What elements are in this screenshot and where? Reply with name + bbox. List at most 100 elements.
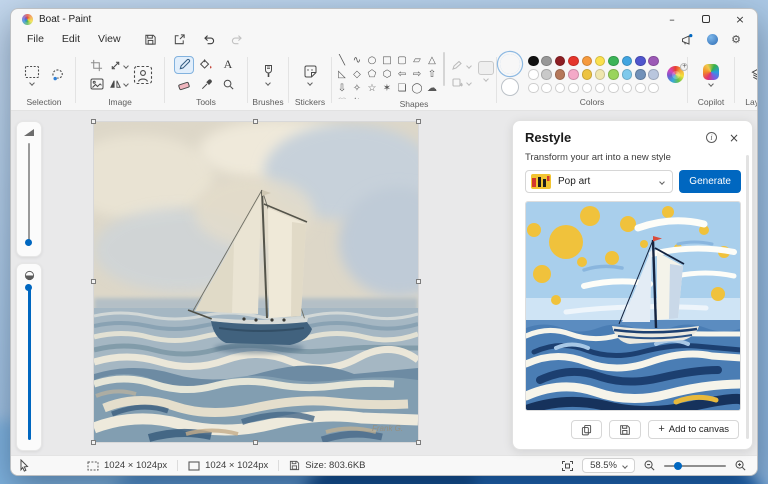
palette-empty-slot[interactable] bbox=[621, 82, 633, 94]
image-options-button[interactable] bbox=[90, 78, 104, 90]
redo-button[interactable] bbox=[231, 33, 244, 46]
palette-color-swatch[interactable] bbox=[527, 55, 539, 67]
five-point-star-shape[interactable]: ☆ bbox=[368, 84, 377, 94]
palette-empty-slot[interactable] bbox=[581, 82, 593, 94]
maximize-button[interactable] bbox=[689, 9, 723, 29]
panel-scrollbar[interactable] bbox=[746, 155, 749, 439]
palette-color-swatch[interactable] bbox=[568, 69, 579, 80]
palette-color-swatch[interactable] bbox=[594, 69, 606, 80]
selection-handle[interactable] bbox=[91, 440, 96, 445]
palette-color-swatch[interactable] bbox=[648, 69, 660, 80]
palette-color-swatch[interactable] bbox=[541, 55, 552, 67]
palette-color-swatch[interactable] bbox=[621, 69, 633, 80]
selection-handle[interactable] bbox=[253, 119, 258, 124]
account-icon[interactable] bbox=[707, 33, 719, 45]
crop-button[interactable] bbox=[90, 59, 103, 72]
palette-color-swatch[interactable] bbox=[594, 55, 606, 67]
palette-color-swatch[interactable] bbox=[581, 55, 593, 67]
palette-empty-slot[interactable] bbox=[594, 82, 606, 94]
speech-bubble-shape[interactable]: ❏ bbox=[398, 84, 407, 94]
rectangle-select-button[interactable] bbox=[24, 65, 40, 86]
zoom-out-icon[interactable] bbox=[643, 459, 656, 472]
style-dropdown[interactable]: Pop art bbox=[525, 170, 674, 193]
palette-empty-slot[interactable] bbox=[541, 82, 552, 94]
palette-color-swatch[interactable] bbox=[568, 55, 579, 67]
settings-gear-icon[interactable]: ⚙ bbox=[731, 34, 741, 45]
eraser-tool-button[interactable] bbox=[174, 76, 194, 94]
palette-empty-slot[interactable] bbox=[554, 82, 566, 94]
palette-empty-slot[interactable] bbox=[648, 82, 660, 94]
hexagon-shape[interactable]: ⬡ bbox=[383, 70, 392, 80]
palette-empty-slot[interactable] bbox=[608, 82, 619, 94]
canvas[interactable]: Frank G. bbox=[91, 119, 421, 445]
shape-fill-button[interactable] bbox=[451, 77, 472, 88]
shape-outline-button[interactable] bbox=[451, 60, 472, 71]
fill-tool-button[interactable] bbox=[196, 56, 216, 74]
zoom-in-icon[interactable] bbox=[734, 459, 747, 472]
palette-color-swatch[interactable] bbox=[635, 69, 646, 80]
menu-file[interactable]: File bbox=[18, 31, 53, 47]
palette-color-swatch[interactable] bbox=[554, 69, 566, 80]
pencil-tool-button[interactable] bbox=[174, 55, 194, 74]
layers-button[interactable] bbox=[750, 67, 757, 83]
palette-color-swatch[interactable] bbox=[608, 69, 619, 80]
palette-color-swatch[interactable] bbox=[541, 69, 552, 80]
curve-shape[interactable]: ∿ bbox=[353, 56, 361, 66]
palette-color-swatch[interactable] bbox=[648, 55, 660, 67]
brushes-button[interactable] bbox=[262, 64, 275, 86]
share-button[interactable] bbox=[173, 33, 186, 46]
shapes-scrollbar[interactable] bbox=[442, 52, 445, 86]
arrow-left-shape[interactable]: ⇦ bbox=[398, 70, 406, 80]
menu-view[interactable]: View bbox=[89, 31, 130, 47]
selection-handle[interactable] bbox=[416, 119, 421, 124]
four-point-star-shape[interactable]: ✧ bbox=[353, 84, 361, 94]
palette-color-swatch[interactable] bbox=[554, 55, 566, 67]
selection-handle[interactable] bbox=[416, 279, 421, 284]
selection-handle[interactable] bbox=[253, 440, 258, 445]
palette-color-swatch[interactable] bbox=[621, 55, 633, 67]
opacity-slider-thumb[interactable] bbox=[25, 284, 33, 291]
selection-handle[interactable] bbox=[91, 119, 96, 124]
arrow-right-shape[interactable]: ⇨ bbox=[413, 70, 421, 80]
size-slider-thumb[interactable] bbox=[25, 239, 33, 246]
copy-result-button[interactable] bbox=[571, 420, 603, 439]
feedback-button[interactable] bbox=[680, 33, 694, 46]
six-point-star-shape[interactable]: ✶ bbox=[383, 84, 391, 94]
lightning-shape[interactable]: ↯ bbox=[353, 98, 361, 100]
color-picker-tool-button[interactable] bbox=[196, 76, 216, 94]
palette-empty-slot[interactable] bbox=[527, 82, 539, 94]
resize-button[interactable] bbox=[109, 59, 129, 72]
copilot-button[interactable] bbox=[703, 63, 719, 87]
close-button[interactable]: × bbox=[723, 9, 757, 29]
zoom-level-dropdown[interactable]: 58.5% bbox=[582, 458, 635, 473]
remove-background-button[interactable] bbox=[133, 65, 153, 85]
info-icon[interactable]: i bbox=[705, 132, 717, 143]
rotate-flip-button[interactable] bbox=[109, 78, 129, 90]
thought-cloud-shape[interactable]: ☁ bbox=[427, 84, 437, 94]
arrow-up-shape[interactable]: ⇧ bbox=[428, 70, 436, 80]
polygon-shape[interactable]: ▱ bbox=[413, 56, 421, 66]
palette-color-swatch[interactable] bbox=[581, 69, 593, 80]
text-tool-button[interactable]: A bbox=[218, 56, 238, 74]
opacity-slider[interactable] bbox=[25, 284, 33, 440]
rounded-rectangle-shape[interactable]: ▢ bbox=[397, 56, 406, 66]
right-triangle-shape[interactable]: ◺ bbox=[338, 70, 346, 80]
ellipse-shape[interactable]: ○ bbox=[368, 56, 377, 66]
triangle-shape[interactable]: △ bbox=[428, 56, 436, 66]
minimize-button[interactable]: – bbox=[655, 9, 689, 29]
edit-colors-button[interactable]: + bbox=[667, 63, 689, 83]
palette-color-swatch[interactable] bbox=[527, 69, 539, 80]
arrow-down-shape[interactable]: ⇩ bbox=[338, 84, 346, 94]
zoom-slider-thumb[interactable] bbox=[674, 461, 682, 470]
zoom-slider[interactable] bbox=[664, 461, 726, 470]
magnifier-tool-button[interactable] bbox=[218, 76, 238, 94]
color2-swatch[interactable] bbox=[500, 77, 519, 96]
color1-swatch[interactable] bbox=[500, 54, 520, 74]
oval-speech-shape[interactable]: ◯ bbox=[411, 84, 422, 94]
line-shape[interactable]: ╲ bbox=[339, 56, 345, 66]
selection-handle[interactable] bbox=[416, 440, 421, 445]
stickers-button[interactable] bbox=[303, 64, 318, 86]
shape-more-button[interactable] bbox=[477, 61, 494, 82]
save-result-button[interactable] bbox=[609, 420, 642, 439]
generate-button[interactable]: Generate bbox=[679, 170, 741, 193]
